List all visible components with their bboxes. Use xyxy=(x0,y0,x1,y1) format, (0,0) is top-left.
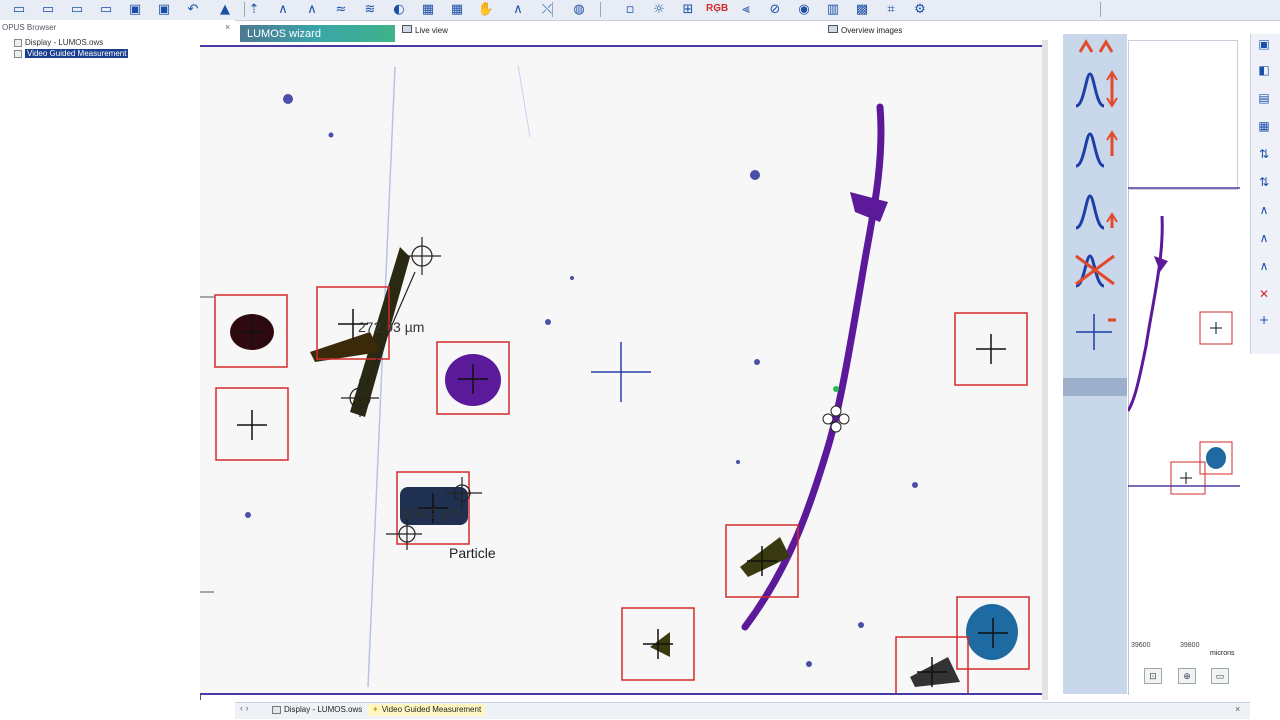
video-image-view[interactable] xyxy=(200,45,1042,695)
record-icon[interactable]: ◉ xyxy=(795,1,813,18)
measurement-label: 108.2 µm xyxy=(402,505,461,521)
table-icon[interactable]: ▦ xyxy=(448,1,466,18)
peak-adjust-icon[interactable]: ∧ xyxy=(1255,202,1273,218)
save-icon[interactable]: ▣ xyxy=(126,1,144,18)
open-folder-icon[interactable]: ▭ xyxy=(39,1,57,18)
star-icon: ✦ xyxy=(372,705,379,714)
grid-icon[interactable]: ▦ xyxy=(419,1,437,18)
save-alt-icon[interactable]: ▣ xyxy=(155,1,173,18)
overview-axis-tick: 39600 xyxy=(1131,642,1151,649)
fiber-knot xyxy=(850,192,888,222)
center-crosshair xyxy=(591,342,651,402)
hand-icon[interactable]: ✋ xyxy=(477,1,495,18)
workspace-icon xyxy=(14,49,22,58)
rgb-icon[interactable]: ▫ xyxy=(621,1,639,18)
peak-remove-icon[interactable]: ✕ xyxy=(1255,286,1273,302)
bars-icon[interactable]: ▥ xyxy=(824,1,842,18)
debris-dots xyxy=(245,94,918,667)
tree-item-display[interactable]: Display - LUMOS.ows xyxy=(14,38,103,47)
spectrum-alt-icon[interactable]: ≋ xyxy=(361,1,379,18)
frame-select-icon[interactable]: ▭ xyxy=(1211,668,1229,684)
workspace-icon xyxy=(14,38,22,47)
open-icon[interactable]: ▭ xyxy=(10,1,28,18)
peak-icon[interactable]: ∧ xyxy=(274,1,292,18)
peak-pick-icon[interactable]: ∧ xyxy=(509,1,527,18)
crop-icon[interactable]: ⊞ xyxy=(679,1,697,18)
toolbar-separator xyxy=(600,2,601,17)
ruler-ticks xyxy=(200,296,214,593)
right-icon-bar xyxy=(1250,34,1280,354)
cross-icon[interactable]: + xyxy=(1255,312,1273,328)
toolbar-separator xyxy=(244,2,245,17)
peak-line-icon[interactable]: ∧ xyxy=(1255,230,1273,246)
overview-images-button[interactable]: Overview images xyxy=(828,25,902,35)
main-scrollbar[interactable] xyxy=(1042,40,1048,700)
peak-up-alt-icon xyxy=(1075,194,1118,230)
table-view-icon[interactable]: ▦ xyxy=(1255,118,1273,134)
peak-alt-icon[interactable]: ∧ xyxy=(303,1,321,18)
spectrum-icon[interactable]: ≈ xyxy=(332,1,350,18)
peak-line-alt-icon[interactable]: ∧ xyxy=(1255,258,1273,274)
images-icon xyxy=(828,25,838,33)
wizard-title: LUMOS wizard xyxy=(247,28,321,40)
baseline-icon[interactable]: ⤬ xyxy=(538,1,556,18)
video-image xyxy=(200,64,1030,693)
toolbar-separator xyxy=(552,2,553,17)
particle xyxy=(966,604,1018,660)
frame-icon[interactable]: ⌗ xyxy=(882,1,900,18)
fiber-point xyxy=(833,386,839,392)
peak-up-icon xyxy=(1075,130,1118,168)
move-up-icon xyxy=(1078,39,1114,53)
overview-strip xyxy=(1128,40,1238,190)
zoom-in-icon[interactable]: ⊕ xyxy=(1178,668,1196,684)
browser-close-button[interactable]: × xyxy=(225,22,230,32)
cursor-icon[interactable]: ⇡ xyxy=(245,1,263,18)
zoom-fit-icon[interactable]: ⊡ xyxy=(1144,668,1162,684)
tree-item-video-measurement[interactable]: Video Guided Measurement xyxy=(14,49,129,58)
peak-adjust-icon xyxy=(1075,70,1118,108)
scan-icon[interactable]: ⫷ xyxy=(737,1,755,18)
particle-label: Particle xyxy=(449,545,496,561)
camera-icon xyxy=(402,25,412,33)
tab-display[interactable]: Display - LUMOS.ows xyxy=(268,704,366,716)
workspace-icon xyxy=(272,705,281,714)
color-wheel-icon[interactable]: ◍ xyxy=(570,1,588,18)
overview-axis-tick: 39800 xyxy=(1180,642,1200,649)
peak-tool-icon[interactable]: ⇅ xyxy=(1255,146,1273,162)
print-icon[interactable]: ▭ xyxy=(97,1,115,18)
spectrum-view-icon[interactable]: ◧ xyxy=(1255,62,1273,78)
overview-image xyxy=(1128,187,1240,495)
tab-scroll-arrows[interactable]: ‹ › xyxy=(240,703,249,713)
stop-icon[interactable]: ⊘ xyxy=(766,1,784,18)
palette-icon[interactable]: ◐ xyxy=(390,1,408,18)
peak-delete-icon xyxy=(1075,254,1115,288)
rgb-button[interactable]: RGB xyxy=(706,3,728,14)
chart-icon[interactable]: ▲ xyxy=(216,1,234,18)
live-view-button[interactable]: Live view xyxy=(402,25,448,37)
settings-icon[interactable]: ⚙ xyxy=(911,1,929,18)
browser-title: OPUS Browser xyxy=(2,23,57,32)
measurement-label: 272.03 µm xyxy=(358,319,425,335)
tab-video-measurement[interactable]: ✦ Video Guided Measurement xyxy=(368,704,486,716)
palette-scroll-handle[interactable] xyxy=(1063,378,1127,396)
palette-icons xyxy=(1075,39,1118,350)
color-map-icon[interactable]: ▩ xyxy=(853,1,871,18)
toolbar-separator xyxy=(1100,2,1101,17)
open-folder-alt-icon[interactable]: ▭ xyxy=(68,1,86,18)
window-alt-icon[interactable]: ▤ xyxy=(1255,90,1273,106)
undo-icon[interactable]: ↶ xyxy=(184,1,202,18)
window-icon[interactable]: ▣ xyxy=(1255,36,1273,52)
scratch-line xyxy=(517,64,531,138)
brightness-icon[interactable]: ☼ xyxy=(650,1,668,18)
peak-tool-alt-icon[interactable]: ⇅ xyxy=(1255,174,1273,190)
tab-close-button[interactable]: × xyxy=(1235,704,1240,714)
add-cross-icon xyxy=(1076,314,1116,350)
overview-units: microns xyxy=(1210,650,1235,657)
